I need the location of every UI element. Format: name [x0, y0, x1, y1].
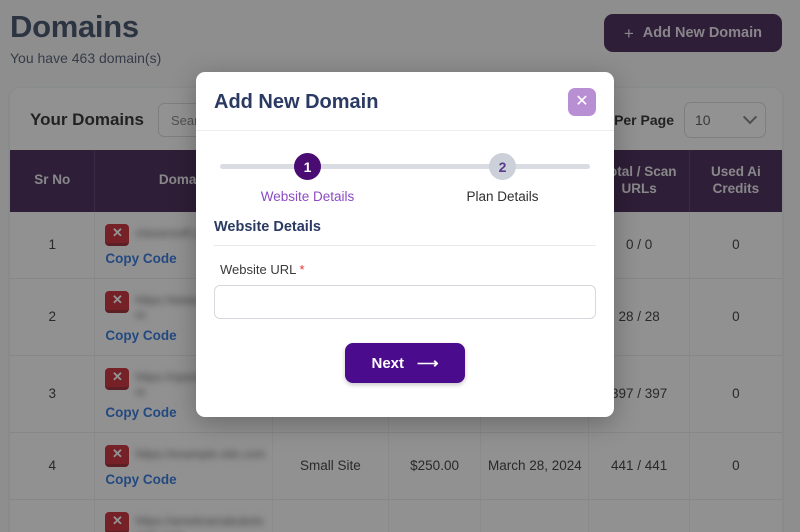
step-2-number: 2 [489, 153, 516, 180]
website-url-label-text: Website URL [220, 262, 296, 277]
close-icon[interactable]: ✕ [568, 88, 596, 116]
arrow-right-icon: ⟶ [417, 355, 439, 372]
modal-body: Website Details Website URL * Next ⟶ [196, 209, 614, 417]
step-1-label: Website Details [260, 189, 355, 204]
step-2-label: Plan Details [466, 189, 539, 204]
stepper-step-2[interactable]: 2 Plan Details [405, 153, 600, 204]
stepper: 1 Website Details 2 Plan Details [210, 153, 600, 205]
modal-footer: Next ⟶ [214, 319, 596, 417]
required-asterisk: * [299, 262, 305, 277]
step-1-number: 1 [294, 153, 321, 180]
modal-title: Add New Domain [214, 90, 379, 113]
stepper-step-1[interactable]: 1 Website Details [210, 153, 405, 204]
website-url-input[interactable] [214, 285, 596, 319]
modal-header: Add New Domain ✕ [196, 72, 614, 131]
next-button[interactable]: Next ⟶ [345, 343, 465, 383]
section-title-website-details: Website Details [214, 219, 596, 246]
app-root: Domains You have 463 domain(s) + Add New… [0, 0, 800, 532]
website-url-label: Website URL * [220, 262, 596, 277]
add-new-domain-modal: Add New Domain ✕ 1 Website Details 2 Pla… [196, 72, 614, 417]
next-button-label: Next [371, 354, 404, 372]
